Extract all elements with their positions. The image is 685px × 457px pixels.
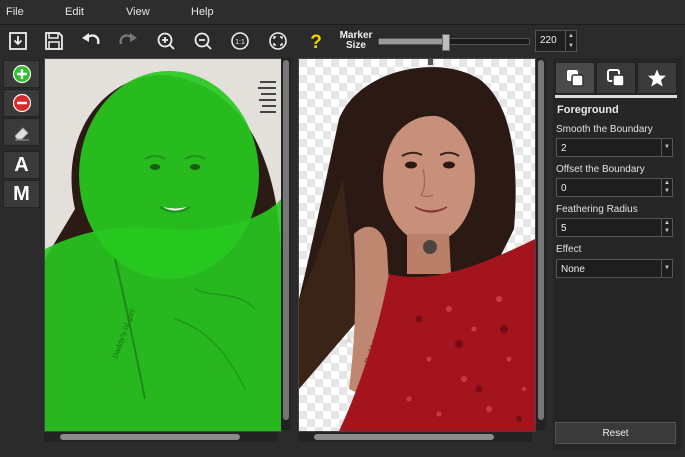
- svg-text:?: ?: [310, 32, 322, 52]
- source-photo: Daddy's lil girl: [45, 59, 281, 431]
- effects-star-icon: [648, 69, 666, 87]
- fit-to-window-icon: [269, 32, 287, 50]
- slider-thumb[interactable]: [442, 34, 450, 51]
- tab-underline: [555, 95, 677, 98]
- background-tab-icon: [607, 69, 625, 87]
- import-icon: [9, 32, 27, 50]
- save-button[interactable]: [41, 28, 67, 54]
- redo-button[interactable]: [115, 28, 141, 54]
- help-icon: ?: [310, 32, 322, 52]
- eraser-icon: [13, 127, 29, 141]
- manual-mode-button[interactable]: M: [3, 180, 40, 208]
- effect-value: None: [561, 264, 585, 275]
- menu-bar: File Edit View Help: [0, 0, 685, 25]
- effect-label: Effect: [556, 244, 582, 255]
- zoom-out-button[interactable]: [190, 28, 216, 54]
- feathering-radius-spinbox[interactable]: 5 ▲ ▼: [556, 218, 673, 237]
- scroll-thumb[interactable]: [314, 434, 494, 440]
- smooth-boundary-dropdown[interactable]: 2 ▼: [556, 138, 673, 157]
- actual-size-icon: 1:1: [231, 32, 249, 50]
- chevron-down-icon[interactable]: ▼: [661, 260, 672, 277]
- source-canvas[interactable]: Daddy's lil girl: [44, 58, 282, 432]
- save-icon: [45, 32, 63, 50]
- actual-size-button[interactable]: 1:1: [227, 28, 253, 54]
- section-title: Foreground: [557, 104, 619, 116]
- auto-mode-button[interactable]: A: [3, 151, 40, 179]
- source-horizontal-scrollbar[interactable]: [44, 432, 278, 442]
- result-vertical-scrollbar[interactable]: [536, 58, 546, 430]
- redo-icon: [119, 33, 137, 45]
- menu-file[interactable]: File: [6, 6, 24, 18]
- offset-boundary-value: 0: [561, 183, 567, 194]
- reset-button[interactable]: Reset: [555, 422, 676, 444]
- slider-fill: [379, 39, 445, 44]
- source-vertical-scrollbar[interactable]: [281, 58, 291, 430]
- remove-marker-button[interactable]: [3, 89, 40, 117]
- import-button[interactable]: [5, 28, 31, 54]
- help-button[interactable]: ?: [303, 28, 329, 54]
- panel-tabs: [555, 62, 679, 94]
- spin-arrows-icon[interactable]: ▲ ▼: [565, 31, 576, 51]
- chevron-down-icon[interactable]: ▼: [661, 139, 672, 156]
- scroll-thumb[interactable]: [538, 60, 544, 420]
- feathering-radius-value: 5: [561, 223, 567, 234]
- add-marker-button[interactable]: [3, 60, 40, 88]
- offset-boundary-label: Offset the Boundary: [556, 164, 645, 175]
- marker-size-label: Marker Size: [339, 30, 373, 51]
- smooth-boundary-label: Smooth the Boundary: [556, 124, 653, 135]
- minus-circle-icon: [12, 93, 31, 113]
- spin-arrows-icon[interactable]: ▲ ▼: [661, 219, 672, 236]
- menu-help[interactable]: Help: [191, 6, 214, 18]
- offset-boundary-spinbox[interactable]: 0 ▲ ▼: [556, 178, 673, 197]
- smooth-boundary-value: 2: [561, 143, 567, 154]
- tab-effects[interactable]: [637, 62, 677, 94]
- menu-view[interactable]: View: [126, 6, 150, 18]
- eraser-button[interactable]: [3, 118, 40, 146]
- result-canvas[interactable]: Daddy's lil girl: [298, 58, 536, 432]
- zoom-in-icon: [157, 32, 175, 50]
- feathering-radius-label: Feathering Radius: [556, 204, 638, 215]
- result-horizontal-scrollbar[interactable]: [298, 432, 532, 442]
- marker-size-spinbox[interactable]: 220 ▲ ▼: [535, 30, 577, 52]
- fit-to-window-button[interactable]: [265, 28, 291, 54]
- settings-panel: Foreground Smooth the Boundary 2 ▼ Offse…: [553, 58, 682, 450]
- marker-size-value: 220: [540, 35, 557, 46]
- svg-text:1:1: 1:1: [235, 39, 245, 46]
- effect-dropdown[interactable]: None ▼: [556, 259, 673, 278]
- scroll-thumb[interactable]: [283, 60, 289, 420]
- menu-edit[interactable]: Edit: [65, 6, 84, 18]
- result-photo: Daddy's lil girl: [299, 59, 535, 431]
- tab-background[interactable]: [596, 62, 636, 94]
- undo-button[interactable]: [78, 28, 104, 54]
- spin-arrows-icon[interactable]: ▲ ▼: [661, 179, 672, 196]
- plus-circle-icon: [12, 64, 31, 84]
- zoom-in-button[interactable]: [153, 28, 179, 54]
- marker-size-slider[interactable]: [378, 34, 530, 51]
- tab-foreground[interactable]: [555, 62, 595, 94]
- left-tool-column: A M: [3, 60, 40, 209]
- zoom-out-icon: [194, 32, 212, 50]
- undo-icon: [82, 33, 100, 45]
- scroll-thumb[interactable]: [60, 434, 240, 440]
- foreground-tab-icon: [567, 70, 584, 87]
